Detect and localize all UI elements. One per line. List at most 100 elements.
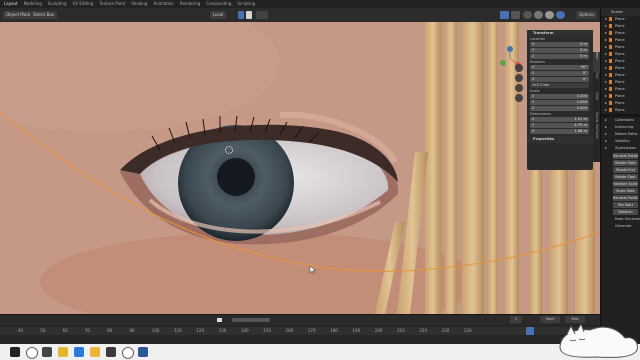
properties-section[interactable]: StyleLashes — [601, 145, 640, 152]
expand-arrow-icon[interactable] — [605, 140, 607, 142]
workspace-tab-compositing[interactable]: Compositing — [206, 0, 231, 8]
tab-item[interactable]: Item — [593, 52, 600, 72]
property-button[interactable]: Rotate End — [613, 167, 638, 173]
expand-arrow-icon[interactable] — [605, 46, 607, 48]
clock-app-icon[interactable] — [122, 347, 134, 359]
shading-wireframe-icon[interactable] — [523, 11, 532, 19]
outliner-item[interactable]: Plane — [601, 100, 640, 107]
windows-start-icon[interactable] — [10, 347, 20, 357]
property-button[interactable]: Scale Start — [613, 188, 638, 194]
location-x-field[interactable]: X 0 m — [530, 42, 589, 47]
workspace-tab-scripting[interactable]: Scripting — [237, 0, 255, 8]
properties-section[interactable]: Motion Paths — [601, 131, 640, 138]
expand-arrow-icon[interactable] — [605, 102, 607, 104]
tab-tool[interactable]: Tool — [593, 72, 600, 92]
property-button[interactable]: Random Position — [613, 195, 638, 201]
workspace-tab-modeling[interactable]: Modeling — [24, 0, 42, 8]
playback-buttons[interactable] — [232, 318, 270, 322]
shading-solid-icon[interactable] — [534, 11, 543, 19]
property-button[interactable]: Rotate Start — [613, 174, 638, 180]
edge-icon[interactable] — [74, 347, 84, 357]
location-y-field[interactable]: Y 0 m — [530, 48, 589, 53]
outliner-item[interactable]: Plane — [601, 65, 640, 72]
tab-view[interactable]: View — [593, 92, 600, 112]
outliner-item[interactable]: Plane — [601, 16, 640, 23]
expand-arrow-icon[interactable] — [605, 18, 607, 20]
chrome-icon[interactable] — [58, 347, 68, 357]
expand-arrow-icon[interactable] — [605, 53, 607, 55]
transform-header[interactable]: Transform — [527, 30, 593, 37]
workspace-tab-shading[interactable]: Shading — [131, 0, 147, 8]
rotation-y-field[interactable]: Y 0° — [530, 71, 589, 76]
show-overlays-icon[interactable] — [511, 11, 520, 19]
show-gizmo-icon[interactable] — [500, 11, 509, 19]
word-icon[interactable] — [138, 347, 148, 357]
select-box-tool[interactable]: Select Box — [30, 11, 58, 19]
snap-icon[interactable] — [238, 11, 244, 19]
expand-arrow-icon[interactable] — [605, 88, 607, 90]
tab-sorcar-hairtools[interactable]: Sorcar HairTools — [593, 112, 600, 160]
properties-section[interactable]: Instancing — [601, 124, 640, 131]
outliner-item[interactable]: Plane — [601, 23, 640, 30]
playhead[interactable] — [526, 327, 534, 335]
proportional-edit-icon[interactable] — [246, 11, 252, 19]
property-button[interactable]: Rotate Start — [613, 160, 638, 166]
proportional-falloff-icon[interactable] — [256, 11, 268, 19]
outliner-item[interactable]: Plane — [601, 58, 640, 65]
expand-arrow-icon[interactable] — [605, 126, 607, 128]
workspace-tab-sculpting[interactable]: Sculpting — [48, 0, 67, 8]
workspace-tab-animation[interactable]: Animation — [153, 0, 173, 8]
current-frame-field[interactable]: 1 — [510, 316, 522, 323]
expand-arrow-icon[interactable] — [605, 67, 607, 69]
scale-y-field[interactable]: Y 1.000 — [530, 100, 589, 105]
dimensions-z-field[interactable]: Z 1.86 m — [530, 129, 589, 134]
outliner-item[interactable]: Plane — [601, 93, 640, 100]
blender-icon[interactable] — [106, 347, 116, 357]
expand-arrow-icon[interactable] — [605, 32, 607, 34]
outliner-item[interactable]: Plane — [601, 86, 640, 93]
workspace-tab-texture-paint[interactable]: Texture Paint — [99, 0, 125, 8]
workspace-tab-layout[interactable]: Layout — [4, 0, 18, 8]
expand-arrow-icon[interactable] — [605, 39, 607, 41]
expand-arrow-icon[interactable] — [605, 133, 607, 135]
expand-arrow-icon[interactable] — [605, 74, 607, 76]
transform-orientation-dropdown[interactable]: Local — [210, 11, 227, 19]
timeline-ruler[interactable]: 40 50 60 70 80 90 100 110 120 130 140 150 160 170 180 1… — [0, 327, 600, 335]
expand-arrow-icon[interactable] — [605, 95, 607, 97]
play-icon[interactable] — [217, 318, 222, 322]
property-button[interactable]: Pos Start — [613, 202, 638, 208]
shading-rendered-icon[interactable] — [556, 11, 565, 19]
outliner-item[interactable]: Plane — [601, 44, 640, 51]
dimensions-x-field[interactable]: X 1.51 m — [530, 117, 589, 122]
outliner-item[interactable]: Plane — [601, 107, 640, 114]
3d-viewport[interactable]: Item Tool View Sorcar HairTools — [0, 22, 600, 314]
expand-arrow-icon[interactable] — [605, 81, 607, 83]
expand-arrow-icon[interactable] — [605, 60, 607, 62]
scale-x-field[interactable]: X 1.000 — [530, 94, 589, 99]
outliner-item[interactable]: Plane — [601, 30, 640, 37]
dimensions-y-field[interactable]: Y 4.79 m — [530, 123, 589, 128]
expand-arrow-icon[interactable] — [605, 109, 607, 111]
rotation-x-field[interactable]: X 90° — [530, 65, 589, 70]
outliner-item[interactable]: Plane — [601, 51, 640, 58]
search-icon[interactable] — [26, 347, 38, 359]
timeline[interactable]: 1 Start End 40 50 60 70 80 90 100 110 120 130 140 1… — [0, 314, 600, 345]
rotation-z-field[interactable]: Z 0° — [530, 77, 589, 82]
expand-arrow-icon[interactable] — [605, 119, 607, 121]
outliner-item[interactable]: Plane — [601, 72, 640, 79]
options-dropdown[interactable]: Options — [576, 11, 598, 19]
properties-section[interactable]: Visibility — [601, 138, 640, 145]
expand-arrow-icon[interactable] — [605, 147, 607, 149]
expand-arrow-icon[interactable] — [605, 25, 607, 27]
file-explorer-icon[interactable] — [90, 347, 100, 357]
property-button[interactable]: Random Rotation — [613, 153, 638, 159]
outliner-item[interactable]: Plane — [601, 37, 640, 44]
scale-z-field[interactable]: Z 1.000 — [530, 106, 589, 111]
rotation-mode-dropdown[interactable]: XYZ Euler — [530, 83, 589, 88]
workspace-tab-rendering[interactable]: Rendering — [180, 0, 200, 8]
shading-material-icon[interactable] — [545, 11, 554, 19]
properties-section[interactable]: Collections — [601, 117, 640, 124]
workspace-tab-uv-editing[interactable]: UV Editing — [73, 0, 94, 8]
location-z-field[interactable]: Z 0 m — [530, 54, 589, 59]
outliner-item[interactable]: Plane — [601, 79, 640, 86]
